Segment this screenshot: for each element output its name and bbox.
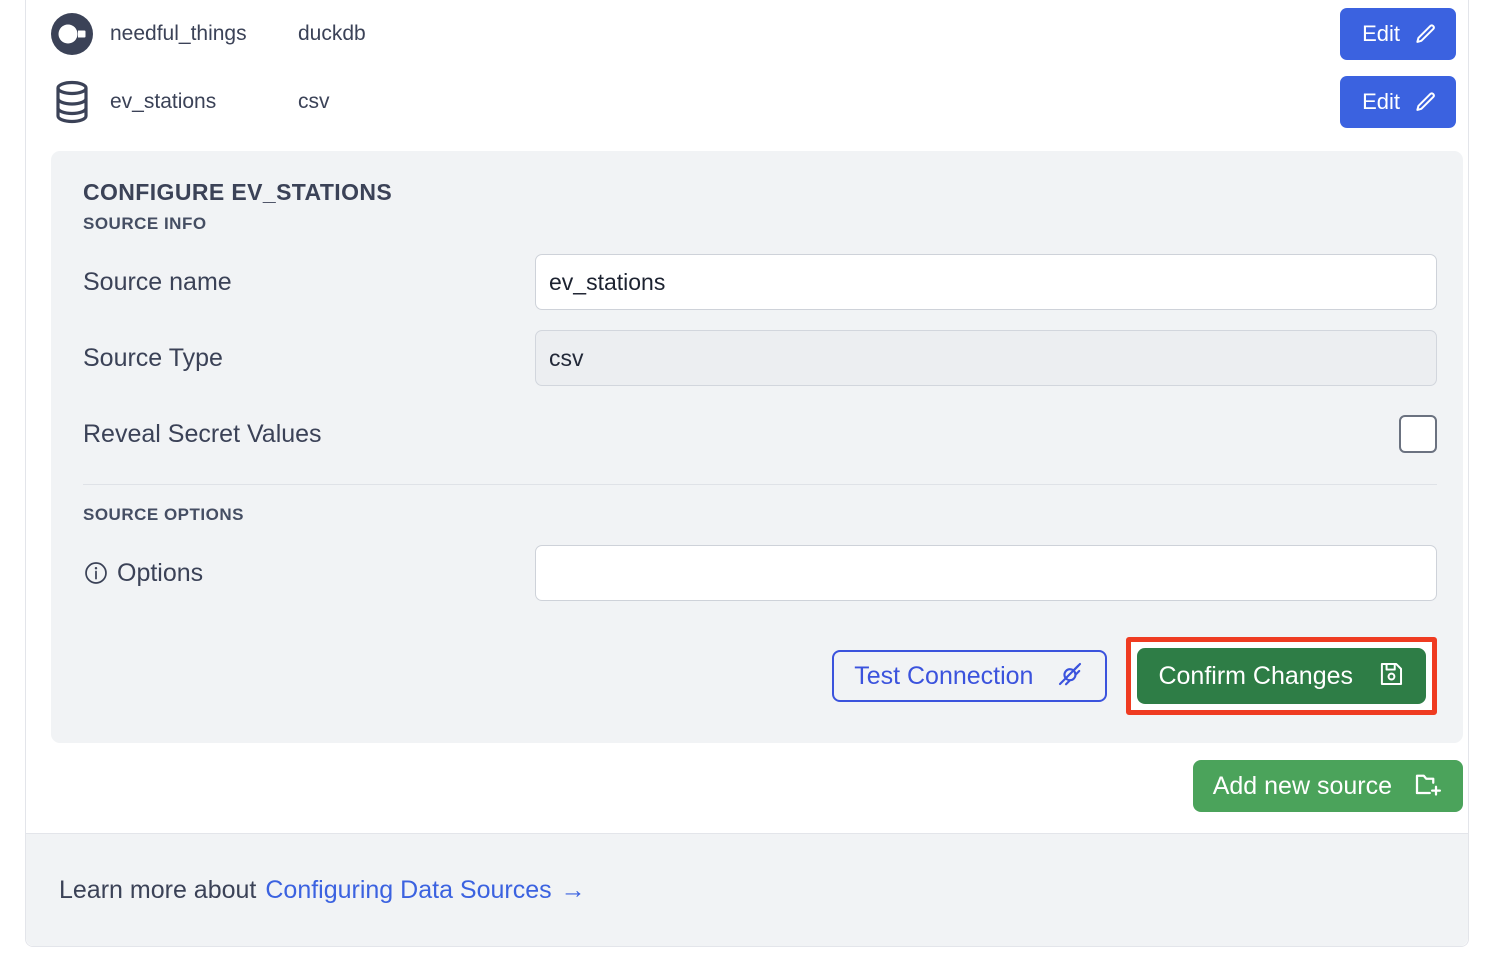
source-name-label: ev_stations [110,90,298,114]
source-options-section-label: SOURCE OPTIONS [83,505,1437,525]
confirm-changes-button[interactable]: Confirm Changes [1137,648,1426,704]
edit-button-label: Edit [1362,91,1400,113]
source-row-needful-things[interactable]: needful_things duckdb Edit [26,0,1468,68]
save-floppy-icon [1377,660,1405,693]
data-sources-card: needful_things duckdb Edit [25,0,1469,947]
options-input[interactable] [535,545,1437,601]
test-connection-button[interactable]: Test Connection [832,650,1107,702]
source-type-label: csv [298,90,330,114]
folder-plus-icon [1413,769,1443,804]
edit-button-ev-stations[interactable]: Edit [1340,76,1456,128]
source-info-section-label: SOURCE INFO [83,214,1437,234]
options-label-text: Options [117,559,203,588]
info-circle-icon [83,560,109,586]
source-name-field-label: Source name [83,268,535,297]
pencil-icon [1413,22,1438,47]
edit-button-needful-things[interactable]: Edit [1340,8,1456,60]
panel-action-bar: Test Connection Confirm Changes [83,637,1437,715]
configuring-data-sources-link[interactable]: Configuring Data Sources → [265,876,585,905]
confirm-changes-highlight: Confirm Changes [1126,637,1437,715]
options-field-label: Options [83,559,535,588]
page-root: needful_things duckdb Edit [0,0,1494,964]
reveal-secret-values-checkbox[interactable] [1399,415,1437,453]
pencil-icon [1413,90,1438,115]
configure-source-panel: CONFIGURE EV_STATIONS SOURCE INFO Source… [51,151,1463,743]
add-new-source-button[interactable]: Add new source [1193,760,1463,812]
footer-link-label: Configuring Data Sources [265,876,551,905]
source-type-label: duckdb [298,22,366,46]
footer-text: Learn more about [59,876,256,905]
form-row-source-name: Source name [83,254,1437,310]
add-new-source-label: Add new source [1213,774,1392,799]
panel-title: CONFIGURE EV_STATIONS [83,179,1437,206]
duckdb-logo-icon [48,10,96,58]
arrow-right-icon: → [561,876,586,905]
reveal-secret-values-label: Reveal Secret Values [83,420,535,449]
form-row-reveal-secret-values: Reveal Secret Values [83,406,1437,462]
test-connection-label: Test Connection [854,664,1033,689]
edit-button-label: Edit [1362,23,1400,45]
add-source-bar: Add new source [51,760,1463,812]
form-row-options: Options [83,545,1437,601]
section-divider [83,484,1437,485]
source-type-field-label: Source Type [83,344,535,373]
source-name-label: needful_things [110,22,298,46]
source-type-input [535,330,1437,386]
confirm-changes-label: Confirm Changes [1158,664,1353,689]
database-cylinder-icon [48,78,96,126]
form-row-source-type: Source Type [83,330,1437,386]
source-row-ev-stations[interactable]: ev_stations csv Edit [26,68,1468,136]
footer-bar: Learn more about Configuring Data Source… [26,833,1468,946]
plug-disconnected-icon [1055,659,1085,694]
source-list: needful_things duckdb Edit [26,0,1468,136]
source-name-input[interactable] [535,254,1437,310]
